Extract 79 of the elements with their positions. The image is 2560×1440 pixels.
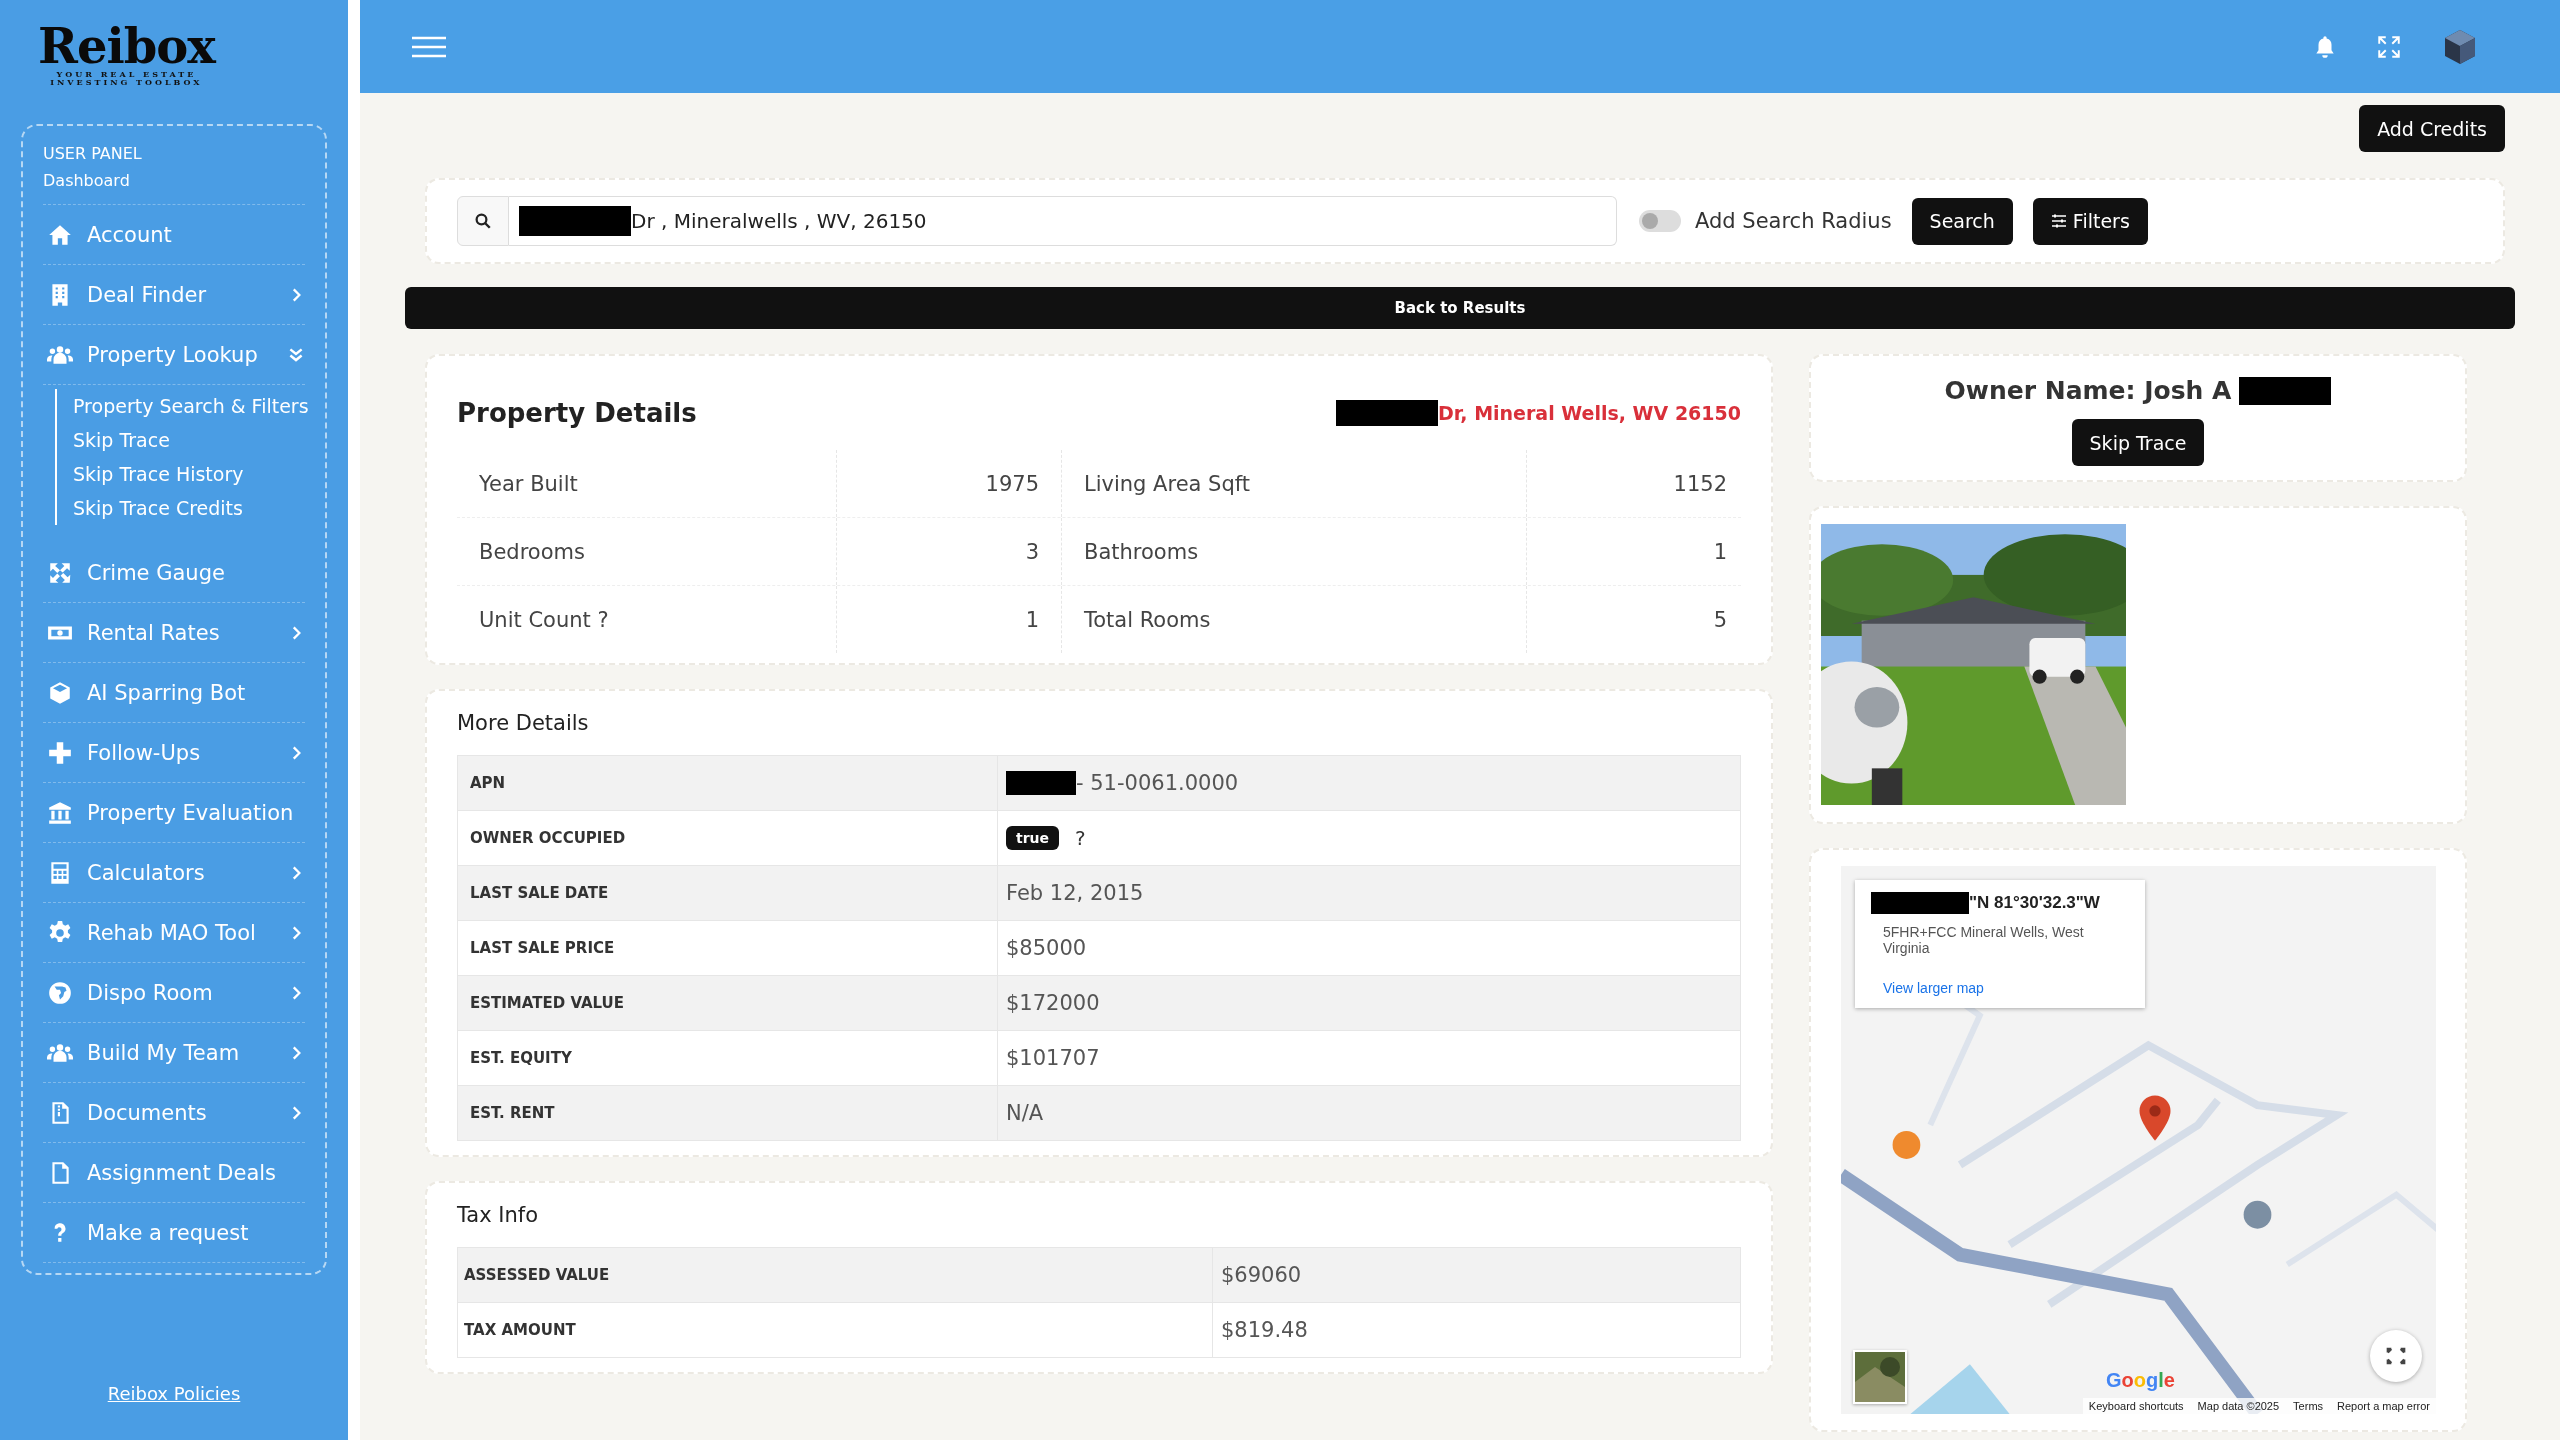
search-icon (474, 212, 492, 230)
map-pin-icon (2138, 1094, 2172, 1142)
globe-icon (47, 979, 73, 1006)
nav-item[interactable]: Account (43, 205, 305, 265)
add-credits-button[interactable]: Add Credits (2359, 105, 2505, 152)
field-value: 1152 (1672, 470, 1728, 498)
fullscreen-icon[interactable] (2376, 33, 2402, 60)
table-cell: $172000 (1006, 991, 1100, 1015)
policies-link[interactable]: Reibox Policies (107, 1383, 241, 1404)
field-value: 3 (837, 518, 1062, 585)
nav-item[interactable]: Property Lookup (43, 325, 305, 385)
section-title: Tax Info (457, 1203, 540, 1227)
map-logo: Google (2106, 1369, 2175, 1392)
nav-item[interactable]: Assignment Deals (43, 1143, 305, 1203)
map-footer-link[interactable]: Terms (2293, 1400, 2324, 1412)
map-footer-link[interactable]: Keyboard shortcuts (2088, 1400, 2184, 1412)
filters-button[interactable]: Filters (2032, 197, 2148, 245)
sliders-icon (2050, 213, 2067, 229)
menu-icon[interactable] (412, 34, 446, 59)
section-title: More Details (457, 711, 590, 735)
table-cell: - 51-0061.0000 (1076, 771, 1239, 795)
skip-trace-button[interactable]: Skip Trace (2071, 419, 2205, 466)
nav-item[interactable]: Dispo Room (43, 963, 305, 1023)
section-title: Property Details (457, 398, 697, 428)
field-label: Total Rooms (1062, 586, 1527, 653)
map-footer-link[interactable]: Report a map error (2337, 1400, 2430, 1412)
address-text: Dr, Mineral Wells, WV 26150 (1437, 402, 1741, 424)
table-cell: $101707 (1006, 1046, 1100, 1070)
table-cell: N/A (1006, 1101, 1044, 1125)
coordinates: "N 81°30'32.3"W (1969, 893, 2100, 913)
table-cell: Feb 12, 2015 (1006, 881, 1144, 905)
nav-item[interactable]: Calculators (43, 843, 305, 903)
table-cell: $69060 (1221, 1263, 1302, 1287)
radius-toggle[interactable] (1639, 210, 1681, 232)
submenu-item[interactable]: Skip Trace History (73, 463, 305, 485)
field-value: 1 (1712, 538, 1728, 566)
nav-item[interactable]: Deal Finder (43, 265, 305, 325)
panel-title: USER PANEL (43, 144, 143, 163)
toggle-label: Add Search Radius (1695, 209, 1892, 233)
field-label: Year Built (457, 450, 837, 517)
field-label: Bedrooms (457, 518, 837, 585)
submenu-item[interactable]: Skip Trace Credits (73, 497, 305, 519)
dashboard-link[interactable]: Dashboard (43, 171, 305, 190)
cube-icon (47, 679, 73, 706)
table-cell: $85000 (1006, 936, 1087, 960)
field-value: 1975 (837, 450, 1062, 517)
nav-item[interactable]: Build My Team (43, 1023, 305, 1083)
field-label: Unit Count ? (457, 586, 837, 653)
logo-tagline: YOUR REAL ESTATE (56, 70, 197, 78)
submenu-item[interactable]: Skip Trace (73, 429, 305, 451)
table-cell: EST. RENT (458, 1086, 998, 1140)
nav-item[interactable]: Rehab MAO Tool (43, 903, 305, 963)
back-to-results-button[interactable]: Back to Results (405, 287, 2515, 329)
logo-tagline: INVESTING TOOLBOX (50, 78, 203, 86)
nav-item[interactable]: AI Sparring Bot (43, 663, 305, 723)
place-address: 5FHR+FCC Mineral Wells, West Virginia (1882, 924, 2085, 956)
table-cell: TAX AMOUNT (458, 1303, 1213, 1357)
nav-item[interactable]: Documents (43, 1083, 305, 1143)
field-label: Bathrooms (1062, 518, 1527, 585)
field-value: 1 (837, 586, 1062, 653)
logo-wordmark[interactable]: Reibox (38, 22, 215, 70)
table-cell: $819.48 (1221, 1318, 1308, 1342)
nav-item[interactable]: Rental Rates (43, 603, 305, 663)
help-mark: ? (1075, 826, 1086, 850)
nav-item[interactable]: Crime Gauge (43, 543, 305, 603)
view-larger-map-link[interactable]: View larger map (1871, 980, 2131, 996)
search-button[interactable]: Search (1911, 197, 2013, 245)
search-field[interactable]: Dr , Mineralwells , WV, 26150 (509, 196, 1617, 246)
map-type-button[interactable] (1853, 1350, 1907, 1404)
nav-item[interactable]: Make a request (43, 1203, 305, 1263)
map-footer-link[interactable]: Map data ©2025 (2197, 1400, 2280, 1412)
plus-icon (47, 739, 73, 766)
owner-name: Owner Name: Josh A (1944, 376, 2232, 405)
nav-item[interactable]: Follow-Ups (43, 723, 305, 783)
nav-item[interactable]: Property Evaluation (43, 783, 305, 843)
status-badge: true (1006, 826, 1060, 850)
field-label: Living Area Sqft (1062, 450, 1527, 517)
bank-icon (47, 799, 73, 826)
field-value: 5 (1712, 606, 1728, 634)
